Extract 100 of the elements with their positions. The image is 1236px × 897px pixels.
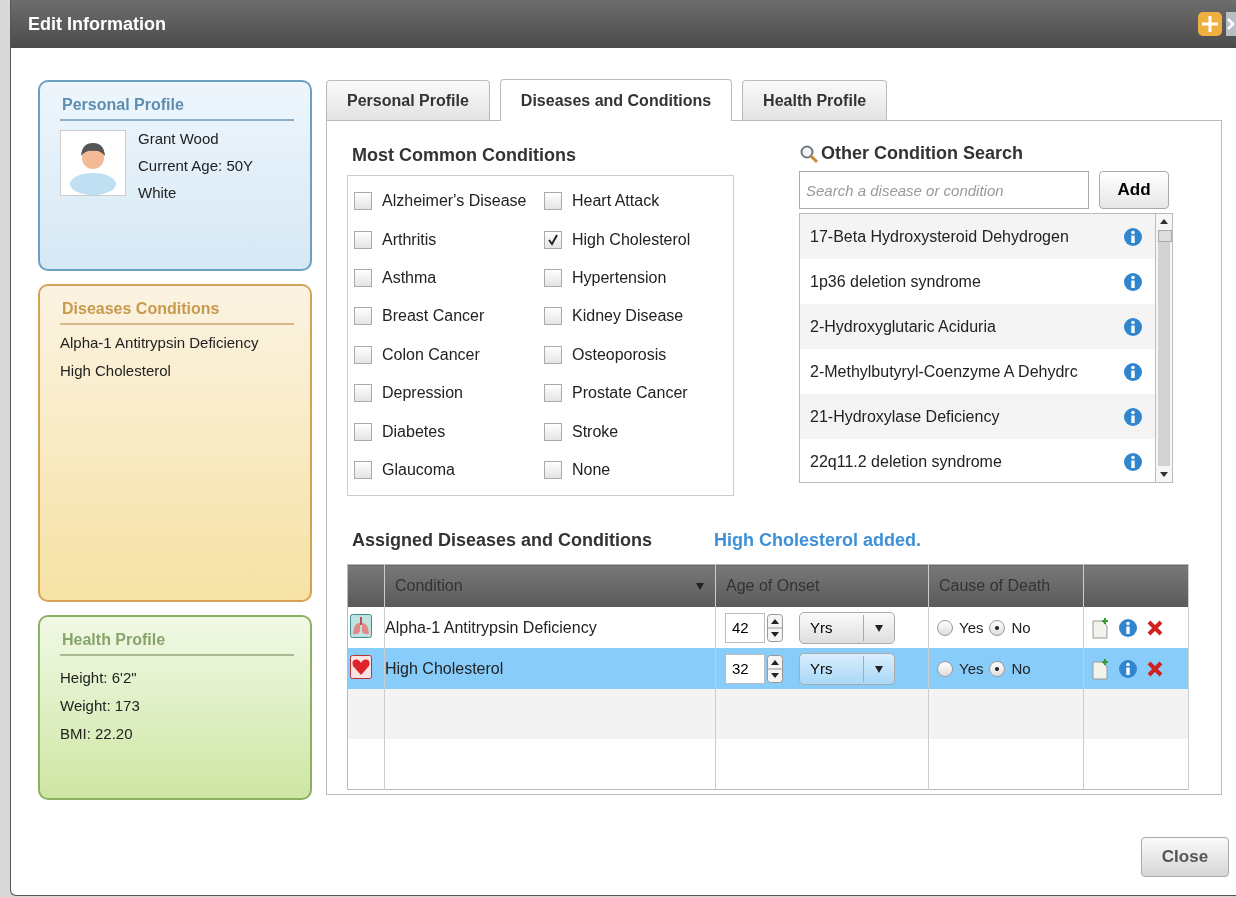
spinner-icon[interactable] xyxy=(767,654,783,683)
sort-icon[interactable] xyxy=(695,581,705,592)
result-item[interactable]: 21-Hydroxylase Deficiency xyxy=(800,394,1155,439)
unit-dropdown[interactable]: Yrs xyxy=(799,652,895,685)
radio-button[interactable] xyxy=(937,660,953,677)
age-field[interactable]: 32 xyxy=(725,653,765,684)
checkbox-label: Hypertension xyxy=(572,268,667,287)
info-icon[interactable] xyxy=(1123,451,1143,472)
panel-title: Diseases Conditions xyxy=(60,298,294,325)
avatar-icon xyxy=(60,130,126,196)
checkbox[interactable] xyxy=(544,384,562,403)
checkbox-label: None xyxy=(572,460,611,479)
tab[interactable]: Diseases and Conditions xyxy=(499,79,733,121)
profile-text: Grant Wood xyxy=(138,130,220,147)
checkbox-label: Kidney Disease xyxy=(572,307,684,326)
tab[interactable]: Personal Profile xyxy=(326,80,490,120)
checkbox-label: Prostate Cancer xyxy=(572,384,688,403)
panel-title: Personal Profile xyxy=(60,94,294,121)
panel-title: Health Profile xyxy=(60,629,294,656)
section-title: Other Condition Search xyxy=(821,143,1024,164)
checkbox[interactable] xyxy=(544,230,562,249)
add-button[interactable]: Add xyxy=(1099,171,1169,209)
checkbox-label: Glaucoma xyxy=(382,460,455,479)
checkbox-label: Alzheimer's Disease xyxy=(382,192,527,211)
checkbox-label: Diabetes xyxy=(382,422,446,441)
checkbox-label: Asthma xyxy=(382,268,437,287)
column-header xyxy=(347,564,385,608)
lungs-icon xyxy=(350,613,372,638)
radio-label: Yes xyxy=(959,660,984,678)
info-icon[interactable] xyxy=(1123,316,1143,337)
checkbox-label: Colon Cancer xyxy=(382,345,480,364)
health-text: Weight: 173 xyxy=(60,697,141,714)
checkbox[interactable] xyxy=(544,192,562,211)
profile-text: White xyxy=(138,184,178,201)
scrollbar[interactable] xyxy=(1155,214,1172,482)
tab[interactable]: Health Profile xyxy=(742,80,888,120)
add-note-icon[interactable] xyxy=(1092,657,1110,680)
caret-icon xyxy=(874,622,884,633)
checkbox[interactable] xyxy=(544,345,562,364)
column-header: Age of Onset xyxy=(715,564,929,608)
plus-icon[interactable] xyxy=(1198,12,1222,36)
profile-text: Current Age: 50Y xyxy=(138,157,254,174)
caret-icon xyxy=(874,663,884,674)
delete-icon[interactable] xyxy=(1146,618,1164,637)
checkbox[interactable] xyxy=(354,384,372,403)
info-icon[interactable] xyxy=(1123,226,1143,247)
checkbox-label: Arthritis xyxy=(382,230,437,249)
radio-button[interactable] xyxy=(989,619,1006,636)
result-item[interactable]: 22q11.2 deletion syndrome xyxy=(800,439,1155,484)
delete-icon[interactable] xyxy=(1146,659,1164,678)
info-icon[interactable] xyxy=(1118,617,1138,638)
health-text: Height: 6'2" xyxy=(60,669,138,686)
unit-dropdown[interactable]: Yrs xyxy=(799,611,895,644)
checkbox[interactable] xyxy=(544,460,562,479)
checkbox[interactable] xyxy=(354,345,372,364)
result-item[interactable]: 2-Methylbutyryl-Coenzyme A Dehydrc xyxy=(800,349,1155,394)
section-title: Assigned Diseases and Conditions xyxy=(352,530,653,552)
checkbox-label: Heart Attack xyxy=(572,192,660,211)
disease-text: High Cholesterol xyxy=(60,362,172,379)
checkbox[interactable] xyxy=(354,422,372,441)
search-icon xyxy=(799,143,819,164)
radio-button[interactable] xyxy=(989,660,1006,677)
add-note-icon[interactable] xyxy=(1092,616,1110,639)
section-title: Most Common Conditions xyxy=(352,145,577,166)
checkbox[interactable] xyxy=(544,422,562,441)
radio-label: No xyxy=(1011,660,1031,678)
status-message: High Cholesterol added. xyxy=(714,530,922,552)
age-field[interactable]: 42 xyxy=(725,612,765,643)
search-field[interactable]: Search a disease or condition xyxy=(799,171,1089,209)
checkbox[interactable] xyxy=(354,307,372,326)
health-text: BMI: 22.20 xyxy=(60,725,134,742)
close-button[interactable]: Close xyxy=(1141,837,1229,877)
checkbox-label: Osteoporosis xyxy=(572,345,667,364)
checkbox-label: Breast Cancer xyxy=(382,307,485,326)
column-header: Cause of Death xyxy=(928,564,1084,608)
result-item[interactable]: 2-Hydroxyglutaric Aciduria xyxy=(800,304,1155,349)
table-row[interactable]: High Cholesterol 32 Yrs Yes No xyxy=(347,648,1189,690)
window-title: Edit Information xyxy=(28,13,167,35)
checkbox[interactable] xyxy=(354,268,372,287)
radio-label: Yes xyxy=(959,619,984,637)
disease-text: Alpha-1 Antitrypsin Deficiency xyxy=(60,334,260,351)
info-icon[interactable] xyxy=(1118,658,1138,679)
radio-label: No xyxy=(1011,619,1031,637)
result-item[interactable]: 17-Beta Hydroxysteroid Dehydrogen xyxy=(800,214,1155,259)
spinner-icon[interactable] xyxy=(767,613,783,642)
result-item[interactable]: 1p36 deletion syndrome xyxy=(800,259,1155,304)
radio-button[interactable] xyxy=(937,619,953,636)
info-icon[interactable] xyxy=(1123,271,1143,292)
scroll-thumb[interactable] xyxy=(1158,230,1172,242)
checkbox[interactable] xyxy=(354,230,372,249)
info-icon[interactable] xyxy=(1123,406,1143,427)
info-icon[interactable] xyxy=(1123,361,1143,382)
checkbox-label: Stroke xyxy=(572,422,619,441)
checkbox[interactable] xyxy=(354,460,372,479)
checkbox-label: High Cholesterol xyxy=(572,230,691,249)
checkbox[interactable] xyxy=(544,307,562,326)
checkbox[interactable] xyxy=(354,192,372,211)
checkbox[interactable] xyxy=(544,268,562,287)
scroll-track[interactable] xyxy=(1158,230,1170,466)
checkbox-label: Depression xyxy=(382,384,463,403)
